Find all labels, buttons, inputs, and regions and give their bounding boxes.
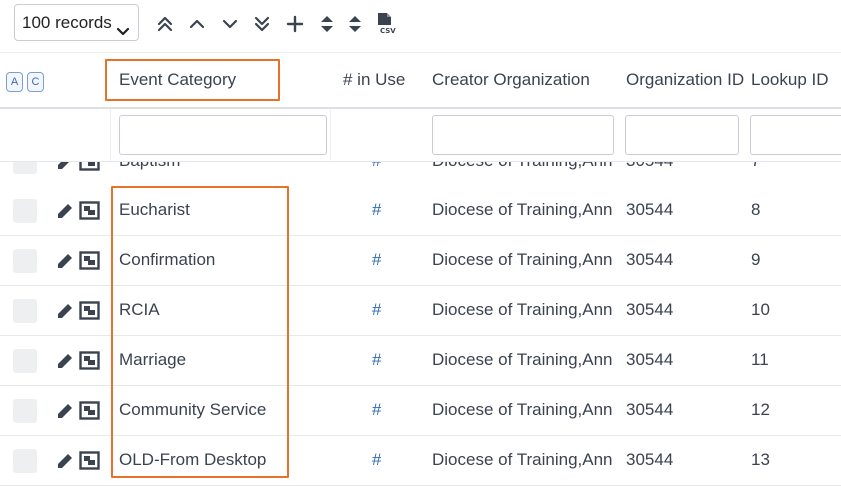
creator-organization-filter-input[interactable] xyxy=(432,115,614,155)
cell-lookup-id: 10 xyxy=(751,300,770,319)
row-select-checkbox[interactable] xyxy=(13,299,37,323)
column-header-lookup-id[interactable]: Lookup ID xyxy=(751,70,829,90)
double-chevron-down-icon[interactable] xyxy=(252,14,272,34)
cell-event-category: Baptism xyxy=(119,162,180,171)
table-row[interactable]: Baptism # Diocese of Training,Ann 30544 … xyxy=(0,162,841,187)
organization-id-filter-input[interactable] xyxy=(625,115,739,155)
svg-text:CSV: CSV xyxy=(380,27,396,35)
cell-lookup-id: 7 xyxy=(751,162,760,171)
cell-organization-id: 30544 xyxy=(626,350,674,369)
cell-in-use-link[interactable]: # xyxy=(372,450,381,470)
cell-in-use-link[interactable]: # xyxy=(372,300,381,320)
chevron-up-icon[interactable] xyxy=(187,14,207,34)
cell-organization-id: 30544 xyxy=(626,200,674,219)
row-select-checkbox[interactable] xyxy=(13,249,37,273)
pencil-icon[interactable] xyxy=(55,451,75,476)
pencil-icon[interactable] xyxy=(55,351,75,376)
view-record-icon[interactable] xyxy=(79,401,100,425)
cell-organization-id: 30544 xyxy=(626,300,674,319)
row-select-checkbox[interactable] xyxy=(13,399,37,423)
highlight-event-category-header xyxy=(105,59,280,101)
column-header-organization-id[interactable]: Organization ID xyxy=(626,70,745,90)
csv-icon[interactable]: CSV xyxy=(376,12,397,35)
chevron-down-icon xyxy=(116,16,130,40)
records-per-page-value: 100 records xyxy=(22,13,112,32)
cell-organization-id: 30544 xyxy=(626,250,674,269)
cell-lookup-id: 11 xyxy=(751,350,769,369)
lookup-id-filter-input[interactable] xyxy=(750,115,841,155)
cell-creator-organization: Diocese of Training,Ann xyxy=(432,250,613,269)
sort-icon[interactable] xyxy=(317,14,337,34)
cell-organization-id: 30544 xyxy=(626,162,673,171)
toolbar: 100 records CSV xyxy=(0,0,841,52)
sort-ascending-button[interactable]: A xyxy=(6,72,23,92)
cell-creator-organization: Diocese of Training,Ann xyxy=(432,162,618,171)
view-record-icon[interactable] xyxy=(79,251,100,275)
cell-in-use-link[interactable]: # xyxy=(372,200,381,220)
cell-in-use-link[interactable]: # xyxy=(372,400,381,420)
cell-in-use-link[interactable]: # xyxy=(372,350,381,370)
column-divider xyxy=(110,109,111,162)
view-record-icon[interactable] xyxy=(79,451,100,475)
cell-lookup-id: 8 xyxy=(751,200,761,219)
cell-lookup-id: 12 xyxy=(751,400,770,419)
sort-column-button[interactable]: C xyxy=(27,72,44,92)
cell-organization-id: 30544 xyxy=(626,450,674,469)
pencil-icon[interactable] xyxy=(55,201,75,226)
event-category-filter-input[interactable] xyxy=(119,115,327,155)
column-header-in-use[interactable]: # in Use xyxy=(343,70,405,90)
pencil-icon[interactable] xyxy=(55,301,75,326)
cell-in-use-link[interactable]: # xyxy=(372,162,381,171)
pencil-icon[interactable] xyxy=(55,162,75,177)
row-select-checkbox[interactable] xyxy=(13,449,37,473)
row-select-checkbox[interactable] xyxy=(13,162,37,174)
pencil-icon[interactable] xyxy=(55,401,75,426)
cell-lookup-id: 9 xyxy=(751,250,761,269)
cell-organization-id: 30544 xyxy=(626,400,674,419)
cell-creator-organization: Diocese of Training,Ann xyxy=(432,350,613,369)
pencil-icon[interactable] xyxy=(55,251,75,276)
plus-icon[interactable] xyxy=(285,14,305,34)
view-record-icon[interactable] xyxy=(79,301,100,325)
cell-creator-organization: Diocese of Training,Ann xyxy=(432,400,613,419)
double-chevron-up-icon[interactable] xyxy=(155,14,175,34)
view-record-icon[interactable] xyxy=(79,162,100,176)
view-record-icon[interactable] xyxy=(79,351,100,375)
cell-creator-organization: Diocese of Training,Ann xyxy=(432,300,613,319)
filter-row xyxy=(0,109,841,162)
row-select-checkbox[interactable] xyxy=(13,199,37,223)
cell-creator-organization: Diocese of Training,Ann xyxy=(432,450,613,469)
records-per-page-select[interactable]: 100 records xyxy=(14,4,139,41)
cell-lookup-id: 13 xyxy=(751,450,770,469)
view-record-icon[interactable] xyxy=(79,201,100,225)
column-header-creator-organization[interactable]: Creator Organization xyxy=(432,70,590,90)
cell-in-use-link[interactable]: # xyxy=(372,250,381,270)
cell-creator-organization: Diocese of Training,Ann xyxy=(432,200,613,219)
highlight-event-category-values xyxy=(111,186,289,478)
chevron-down-icon[interactable] xyxy=(220,14,240,34)
sort-icon[interactable] xyxy=(345,14,365,34)
column-divider xyxy=(330,109,331,162)
row-select-checkbox[interactable] xyxy=(13,349,37,373)
